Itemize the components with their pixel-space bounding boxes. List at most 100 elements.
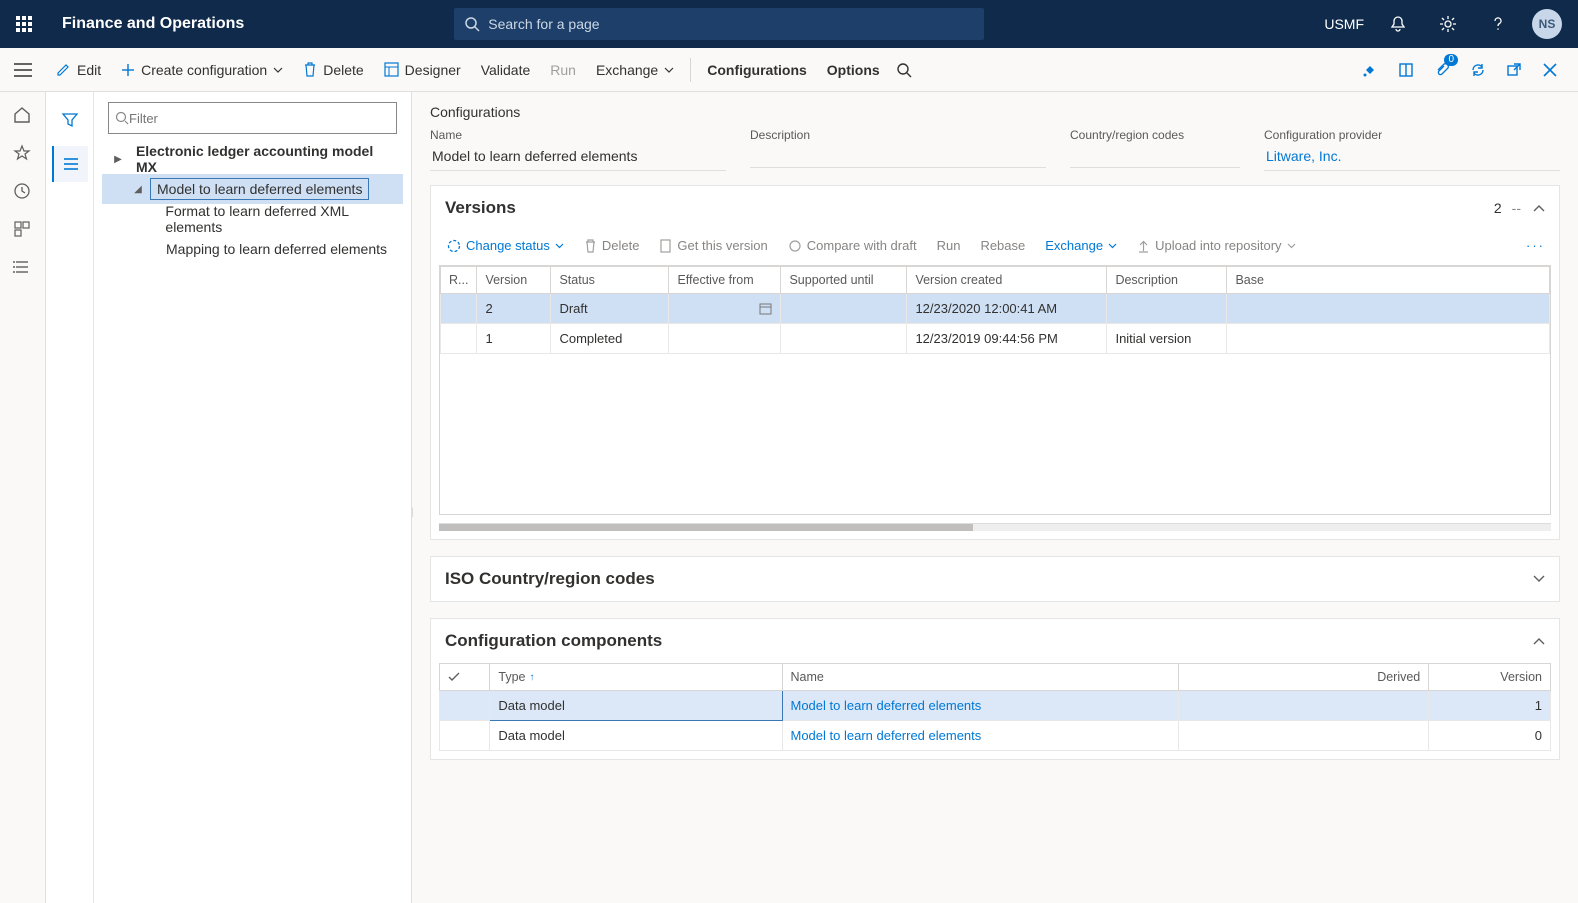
version-cell[interactable]: 1 bbox=[1429, 691, 1551, 721]
open-office-button[interactable] bbox=[1388, 52, 1424, 88]
col-created[interactable]: Version created bbox=[907, 267, 1107, 294]
version-cell[interactable] bbox=[1227, 324, 1550, 354]
row-check[interactable] bbox=[440, 691, 490, 721]
version-row[interactable]: 2Draft 12/23/2020 12:00:41 AM bbox=[441, 294, 1550, 324]
close-button[interactable] bbox=[1532, 52, 1568, 88]
col-supported[interactable]: Supported until bbox=[781, 267, 907, 294]
configurations-tab[interactable]: Configurations bbox=[697, 48, 817, 92]
provider-field-value[interactable]: Litware, Inc. bbox=[1264, 144, 1560, 171]
name-field-value[interactable]: Model to learn deferred elements bbox=[430, 144, 726, 171]
attachments-button[interactable]: 0 bbox=[1424, 52, 1460, 88]
col-r[interactable]: R... bbox=[441, 267, 477, 294]
tree-item[interactable]: ▶Electronic ledger accounting model MX bbox=[102, 144, 403, 174]
home-rail-button[interactable] bbox=[13, 106, 33, 126]
notifications-button[interactable] bbox=[1382, 8, 1414, 40]
version-cell[interactable]: 12/23/2019 09:44:56 PM bbox=[907, 324, 1107, 354]
global-search-input[interactable] bbox=[488, 16, 974, 32]
versions-grid[interactable]: R... Version Status Effective from Suppo… bbox=[439, 265, 1551, 515]
exchange-button[interactable]: Exchange bbox=[586, 48, 684, 92]
col-status[interactable]: Status bbox=[551, 267, 669, 294]
recent-rail-button[interactable] bbox=[13, 182, 33, 202]
favorites-rail-button[interactable] bbox=[13, 144, 33, 164]
name-cell[interactable]: Model to learn deferred elements bbox=[782, 691, 1178, 721]
version-cell[interactable]: Completed bbox=[551, 324, 669, 354]
version-cell[interactable]: 2 bbox=[477, 294, 551, 324]
versions-panel-header[interactable]: Versions 2 -- bbox=[431, 186, 1559, 230]
type-cell[interactable]: Data model bbox=[490, 721, 782, 751]
tree-filter-input[interactable] bbox=[129, 111, 390, 126]
version-exchange-button[interactable]: Exchange bbox=[1037, 234, 1125, 257]
splitter-handle[interactable]: ‖ bbox=[412, 498, 414, 528]
description-field-value[interactable] bbox=[750, 144, 1046, 168]
user-avatar[interactable]: NS bbox=[1532, 9, 1562, 39]
components-panel-header[interactable]: Configuration components bbox=[431, 619, 1559, 663]
version-cell[interactable] bbox=[781, 324, 907, 354]
component-row[interactable]: Data modelModel to learn deferred elemen… bbox=[440, 721, 1551, 751]
col-desc[interactable]: Description bbox=[1107, 267, 1227, 294]
app-launcher-button[interactable] bbox=[8, 8, 40, 40]
iso-expand-button[interactable] bbox=[1533, 575, 1545, 583]
version-cell[interactable]: 0 bbox=[1429, 721, 1551, 751]
edit-button[interactable]: Edit bbox=[46, 48, 111, 92]
version-cell[interactable]: 12/23/2020 12:00:41 AM bbox=[907, 294, 1107, 324]
version-cell[interactable]: 1 bbox=[477, 324, 551, 354]
version-cell[interactable] bbox=[441, 324, 477, 354]
tree-filter[interactable] bbox=[108, 102, 397, 134]
delete-button[interactable]: Delete bbox=[293, 48, 373, 92]
options-tab[interactable]: Options bbox=[817, 48, 890, 92]
tree-chevron-icon: ▶ bbox=[112, 154, 124, 165]
filter-pane-button[interactable] bbox=[52, 102, 88, 138]
derived-cell[interactable] bbox=[1178, 691, 1428, 721]
components-grid[interactable]: Type↑ Name Derived Version Data modelMod… bbox=[439, 663, 1551, 751]
col-check[interactable] bbox=[440, 664, 490, 691]
derived-cell[interactable] bbox=[1178, 721, 1428, 751]
global-search[interactable] bbox=[454, 8, 984, 40]
modules-rail-button[interactable] bbox=[13, 258, 33, 278]
col-name[interactable]: Name bbox=[782, 664, 1178, 691]
popout-button[interactable] bbox=[1496, 52, 1532, 88]
designer-button[interactable]: Designer bbox=[374, 48, 471, 92]
versions-collapse-button[interactable] bbox=[1533, 204, 1545, 212]
refresh-button[interactable] bbox=[1460, 52, 1496, 88]
validate-button[interactable]: Validate bbox=[471, 48, 541, 92]
iso-panel-header[interactable]: ISO Country/region codes bbox=[431, 557, 1559, 601]
col-version[interactable]: Version bbox=[477, 267, 551, 294]
create-config-button[interactable]: Create configuration bbox=[111, 48, 293, 92]
col-derived[interactable]: Derived bbox=[1178, 664, 1428, 691]
personalize-button[interactable] bbox=[1352, 52, 1388, 88]
col-type[interactable]: Type↑ bbox=[490, 664, 782, 691]
versions-more-button[interactable]: ··· bbox=[1520, 238, 1551, 253]
settings-button[interactable] bbox=[1432, 8, 1464, 40]
tree-item[interactable]: Format to learn deferred XML elements bbox=[102, 204, 403, 234]
versions-hscroll[interactable] bbox=[439, 523, 1551, 531]
related-info-button[interactable] bbox=[52, 146, 88, 182]
components-collapse-button[interactable] bbox=[1533, 637, 1545, 645]
tree-item[interactable]: Mapping to learn deferred elements bbox=[102, 234, 403, 264]
change-status-button[interactable]: Change status bbox=[439, 234, 572, 257]
version-row[interactable]: 1Completed 12/23/2019 09:44:56 PMInitial … bbox=[441, 324, 1550, 354]
type-cell[interactable]: Data model bbox=[490, 691, 782, 721]
version-cell[interactable] bbox=[781, 294, 907, 324]
component-row[interactable]: Data modelModel to learn deferred elemen… bbox=[440, 691, 1551, 721]
row-check[interactable] bbox=[440, 721, 490, 751]
name-cell[interactable]: Model to learn deferred elements bbox=[782, 721, 1178, 751]
tree-item[interactable]: ◢Model to learn deferred elements bbox=[102, 174, 403, 204]
col-base[interactable]: Base bbox=[1227, 267, 1550, 294]
workspaces-rail-button[interactable] bbox=[13, 220, 33, 240]
version-run-button: Run bbox=[929, 234, 969, 257]
version-cell[interactable]: Draft bbox=[551, 294, 669, 324]
company-label[interactable]: USMF bbox=[1324, 16, 1364, 32]
version-cell[interactable] bbox=[669, 324, 781, 354]
help-button[interactable] bbox=[1482, 8, 1514, 40]
col-effective[interactable]: Effective from bbox=[669, 267, 781, 294]
version-cell[interactable] bbox=[441, 294, 477, 324]
version-cell[interactable] bbox=[1227, 294, 1550, 324]
nav-toggle-button[interactable] bbox=[0, 63, 46, 77]
version-cell[interactable]: Initial version bbox=[1107, 324, 1227, 354]
col-cversion[interactable]: Version bbox=[1429, 664, 1551, 691]
version-cell[interactable] bbox=[669, 294, 781, 324]
calendar-icon[interactable] bbox=[759, 302, 772, 315]
version-cell[interactable] bbox=[1107, 294, 1227, 324]
find-button[interactable] bbox=[890, 48, 918, 92]
country-field-value[interactable] bbox=[1070, 144, 1240, 168]
